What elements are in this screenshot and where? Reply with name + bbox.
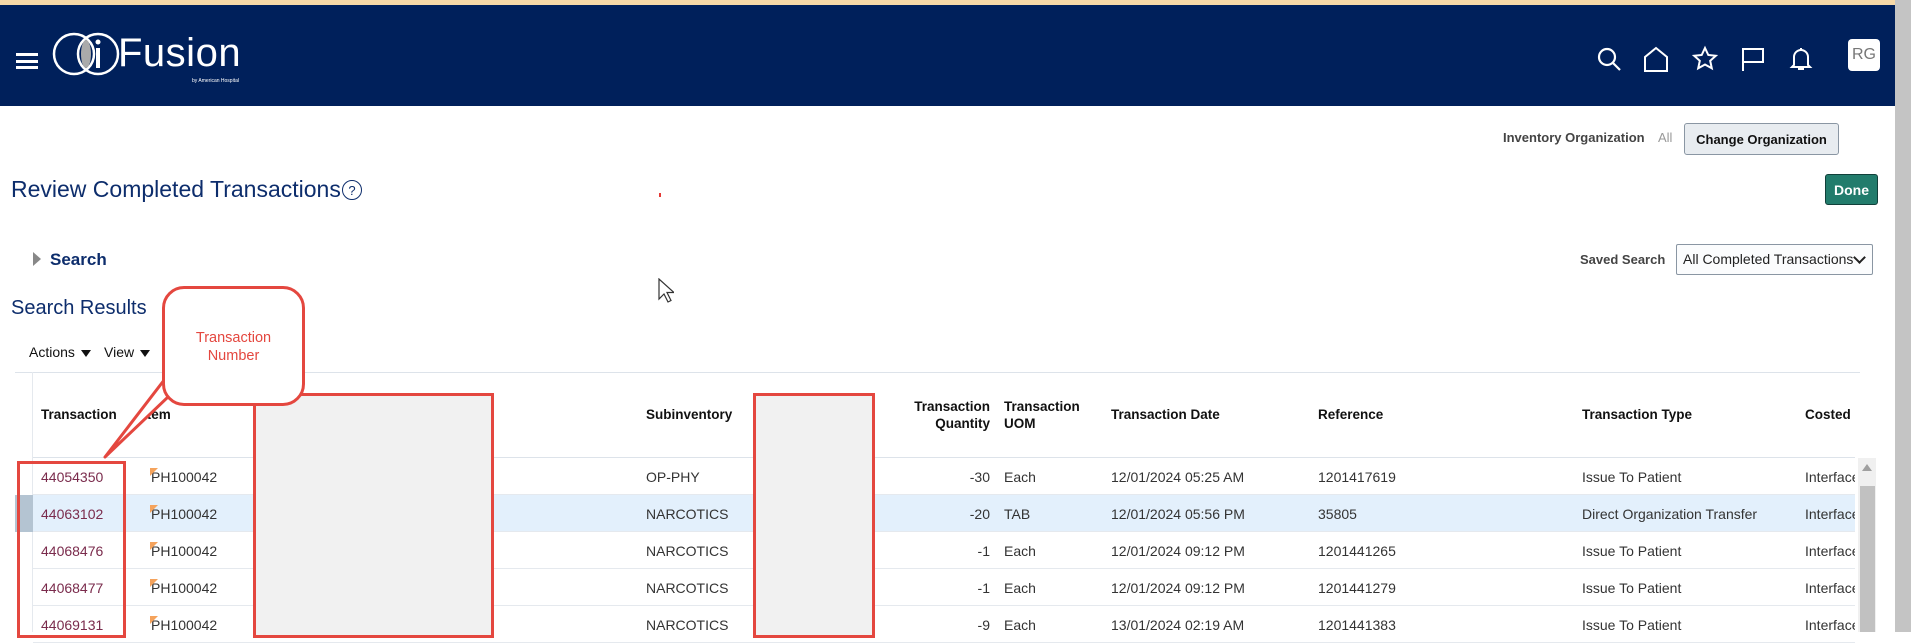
transaction-number-callout: Transaction Number: [162, 286, 305, 406]
callout-text: Transaction: [195, 330, 272, 346]
callout-text: Number: [207, 348, 260, 364]
